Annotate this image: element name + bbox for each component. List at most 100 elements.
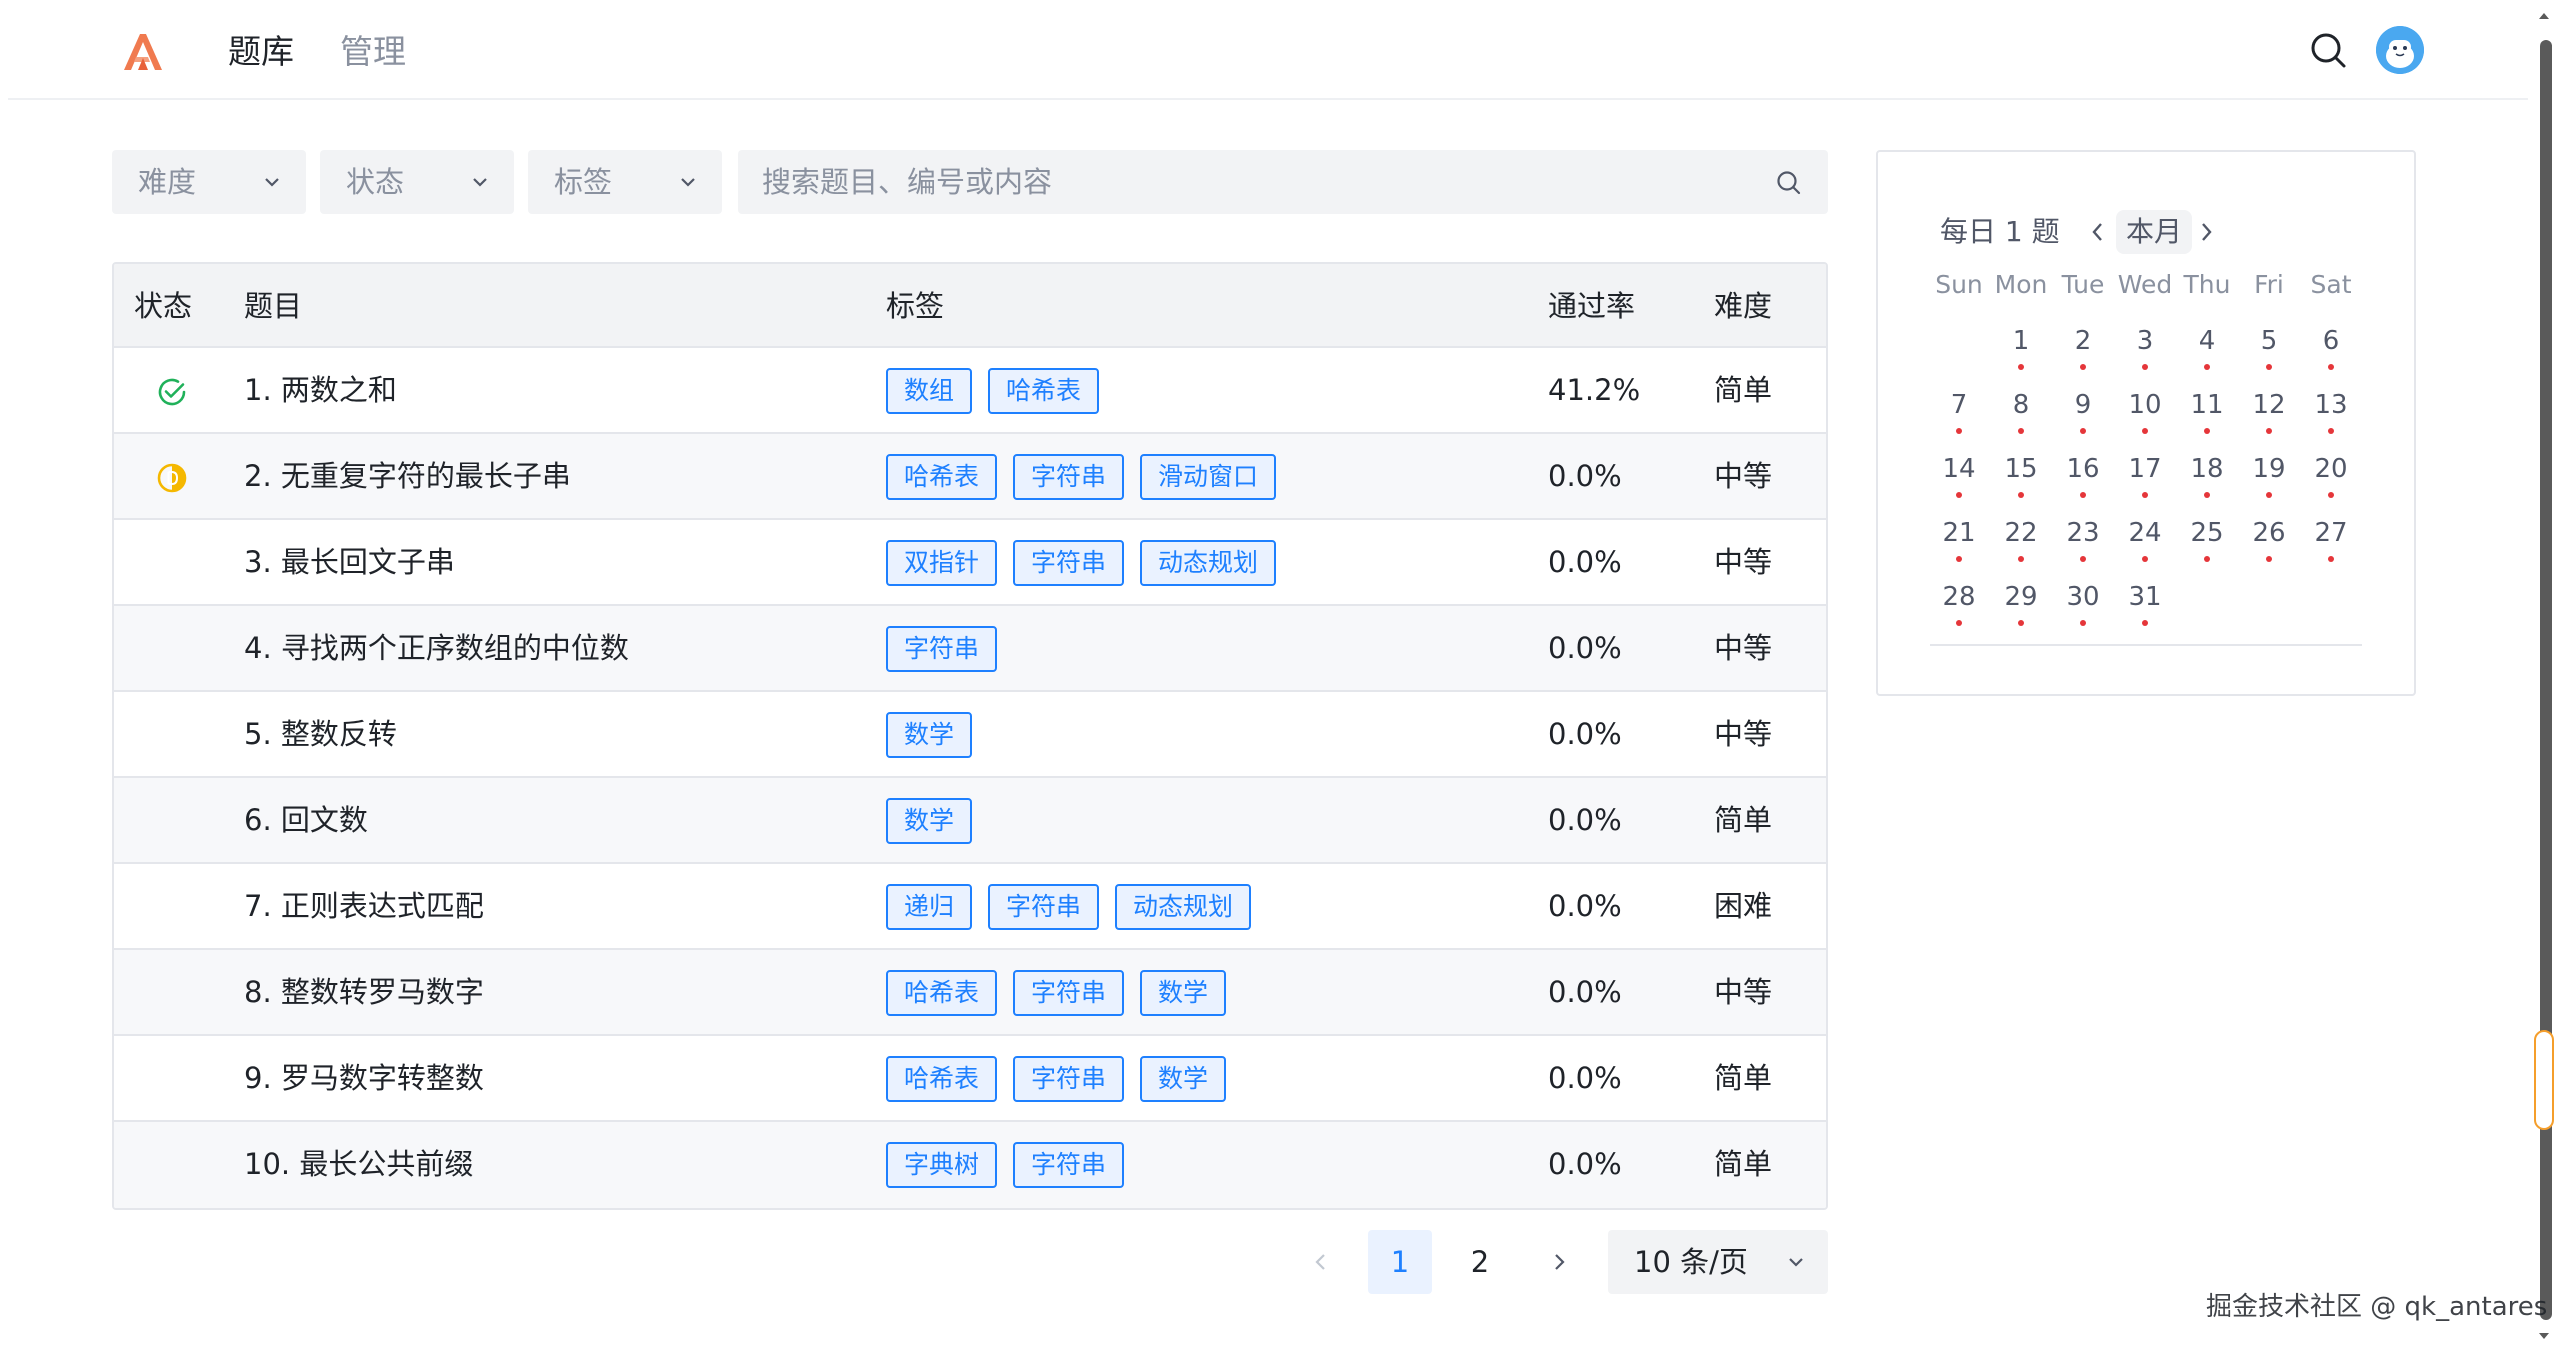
- tag-chip[interactable]: 字典树: [886, 1142, 998, 1188]
- nav-tab-problems[interactable]: 题库: [228, 30, 294, 74]
- chevron-left-icon[interactable]: [2086, 218, 2110, 246]
- table-row[interactable]: 4. 寻找两个正序数组的中位数 字符串 0.0% 中等: [114, 606, 1826, 692]
- next-page-icon[interactable]: [1540, 1230, 1580, 1294]
- logo-icon[interactable]: [120, 30, 164, 74]
- tag-chip[interactable]: 双指针: [886, 540, 998, 586]
- calendar-day[interactable]: 25: [2176, 516, 2238, 574]
- table-row[interactable]: 1. 两数之和 数组 哈希表 41.2% 简单: [114, 348, 1826, 434]
- tag-chip[interactable]: 数学: [886, 798, 973, 844]
- search-input[interactable]: [762, 150, 1742, 214]
- chevron-right-icon[interactable]: [2194, 218, 2218, 246]
- calendar-day[interactable]: 26: [2238, 516, 2300, 574]
- tag-chip[interactable]: 字符串: [1013, 454, 1125, 500]
- chevron-down-icon: [473, 178, 487, 187]
- calendar-day[interactable]: 27: [2300, 516, 2362, 574]
- calendar-day[interactable]: 21: [1928, 516, 1990, 574]
- calendar-day[interactable]: 8: [1990, 388, 2052, 446]
- tag-chip[interactable]: 字符串: [1013, 970, 1125, 1016]
- tag-chip[interactable]: 字符串: [988, 884, 1100, 930]
- calendar-day[interactable]: 12: [2238, 388, 2300, 446]
- calendar-day[interactable]: 31: [2114, 580, 2176, 638]
- page-scrollbar[interactable]: [2528, 0, 2560, 1358]
- calendar-day[interactable]: 9: [2052, 388, 2114, 446]
- calendar-day[interactable]: 23: [2052, 516, 2114, 574]
- tags-filter[interactable]: 标签: [528, 150, 722, 214]
- problem-title-link[interactable]: 2. 无重复字符的最长子串: [244, 434, 571, 518]
- calendar-day[interactable]: 22: [1990, 516, 2052, 574]
- problem-title-link[interactable]: 4. 寻找两个正序数组的中位数: [244, 606, 629, 690]
- table-row[interactable]: 5. 整数反转 数学 0.0% 中等: [114, 692, 1826, 778]
- tag-chip[interactable]: 字符串: [1013, 1056, 1125, 1102]
- problem-title-link[interactable]: 9. 罗马数字转整数: [244, 1036, 484, 1120]
- table-row[interactable]: 10. 最长公共前缀 字典树 字符串 0.0% 简单: [114, 1122, 1826, 1208]
- column-header-pass-rate: 通过率: [1548, 289, 1636, 323]
- page-button-1[interactable]: 1: [1368, 1230, 1432, 1294]
- page-size-select[interactable]: 10 条/页: [1608, 1230, 1828, 1294]
- tag-chip[interactable]: 哈希表: [886, 454, 998, 500]
- calendar-day[interactable]: 6: [2300, 324, 2362, 382]
- prev-page-icon[interactable]: [1300, 1230, 1340, 1294]
- table-row[interactable]: 2. 无重复字符的最长子串 哈希表 字符串 滑动窗口 0.0% 中等: [114, 434, 1826, 520]
- problem-title-link[interactable]: 1. 两数之和: [244, 348, 397, 432]
- search-icon[interactable]: [2308, 30, 2348, 70]
- tag-chip[interactable]: 数组: [886, 368, 973, 414]
- tag-chip[interactable]: 滑动窗口: [1140, 454, 1277, 500]
- calendar-day[interactable]: 28: [1928, 580, 1990, 638]
- problem-title-link[interactable]: 7. 正则表达式匹配: [244, 864, 484, 948]
- calendar-day[interactable]: 13: [2300, 388, 2362, 446]
- calendar-month-button[interactable]: 本月: [2116, 210, 2193, 254]
- tag-chip[interactable]: 哈希表: [886, 970, 998, 1016]
- calendar-day[interactable]: 5: [2238, 324, 2300, 382]
- search-icon[interactable]: [1776, 170, 1802, 196]
- scrollbar-thumb[interactable]: [2534, 1030, 2554, 1130]
- page-button-2[interactable]: 2: [1448, 1230, 1512, 1294]
- nav-tab-admin[interactable]: 管理: [340, 30, 406, 74]
- tag-chip[interactable]: 数学: [886, 712, 973, 758]
- calendar-day[interactable]: 11: [2176, 388, 2238, 446]
- difficulty-filter[interactable]: 难度: [112, 150, 306, 214]
- scroll-up-arrow-icon[interactable]: [2536, 8, 2552, 24]
- tag-chip[interactable]: 字符串: [886, 626, 998, 672]
- problem-search: [738, 150, 1828, 214]
- problem-dot-marker: [2018, 428, 2024, 434]
- scroll-down-arrow-icon[interactable]: [2536, 1328, 2552, 1344]
- problem-dot-marker: [2204, 556, 2210, 562]
- table-row[interactable]: 8. 整数转罗马数字 哈希表 字符串 数学 0.0% 中等: [114, 950, 1826, 1036]
- tag-chip[interactable]: 数学: [1140, 1056, 1227, 1102]
- tag-chip[interactable]: 哈希表: [988, 368, 1100, 414]
- table-row[interactable]: 9. 罗马数字转整数 哈希表 字符串 数学 0.0% 简单: [114, 1036, 1826, 1122]
- problem-title-link[interactable]: 3. 最长回文子串: [244, 520, 455, 604]
- calendar-day[interactable]: 30: [2052, 580, 2114, 638]
- calendar-day[interactable]: 2: [2052, 324, 2114, 382]
- problem-title-link[interactable]: 10. 最长公共前缀: [244, 1122, 473, 1206]
- calendar-day[interactable]: 10: [2114, 388, 2176, 446]
- calendar-day[interactable]: 17: [2114, 452, 2176, 510]
- calendar-day[interactable]: 18: [2176, 452, 2238, 510]
- calendar-day[interactable]: 20: [2300, 452, 2362, 510]
- table-row[interactable]: 7. 正则表达式匹配 递归 字符串 动态规划 0.0% 困难: [114, 864, 1826, 950]
- calendar-day[interactable]: 14: [1928, 452, 1990, 510]
- tag-chip[interactable]: 数学: [1140, 970, 1227, 1016]
- calendar-day[interactable]: 3: [2114, 324, 2176, 382]
- status-filter[interactable]: 状态: [320, 150, 514, 214]
- calendar-day[interactable]: 15: [1990, 452, 2052, 510]
- problem-title-link[interactable]: 6. 回文数: [244, 778, 368, 862]
- calendar-day[interactable]: 29: [1990, 580, 2052, 638]
- tag-chip[interactable]: 字符串: [1013, 1142, 1125, 1188]
- calendar-day[interactable]: 16: [2052, 452, 2114, 510]
- table-row[interactable]: 3. 最长回文子串 双指针 字符串 动态规划 0.0% 中等: [114, 520, 1826, 606]
- tag-chip[interactable]: 递归: [886, 884, 973, 930]
- tag-chip[interactable]: 字符串: [1013, 540, 1125, 586]
- table-row[interactable]: 6. 回文数 数学 0.0% 简单: [114, 778, 1826, 864]
- calendar-day[interactable]: 24: [2114, 516, 2176, 574]
- calendar-day[interactable]: 4: [2176, 324, 2238, 382]
- problem-title-link[interactable]: 8. 整数转罗马数字: [244, 950, 484, 1034]
- calendar-day[interactable]: 7: [1928, 388, 1990, 446]
- user-avatar[interactable]: [2376, 26, 2424, 74]
- problem-title-link[interactable]: 5. 整数反转: [244, 692, 397, 776]
- tag-chip[interactable]: 动态规划: [1115, 884, 1252, 930]
- tag-chip[interactable]: 哈希表: [886, 1056, 998, 1102]
- calendar-day[interactable]: 1: [1990, 324, 2052, 382]
- calendar-day[interactable]: 19: [2238, 452, 2300, 510]
- tag-chip[interactable]: 动态规划: [1140, 540, 1277, 586]
